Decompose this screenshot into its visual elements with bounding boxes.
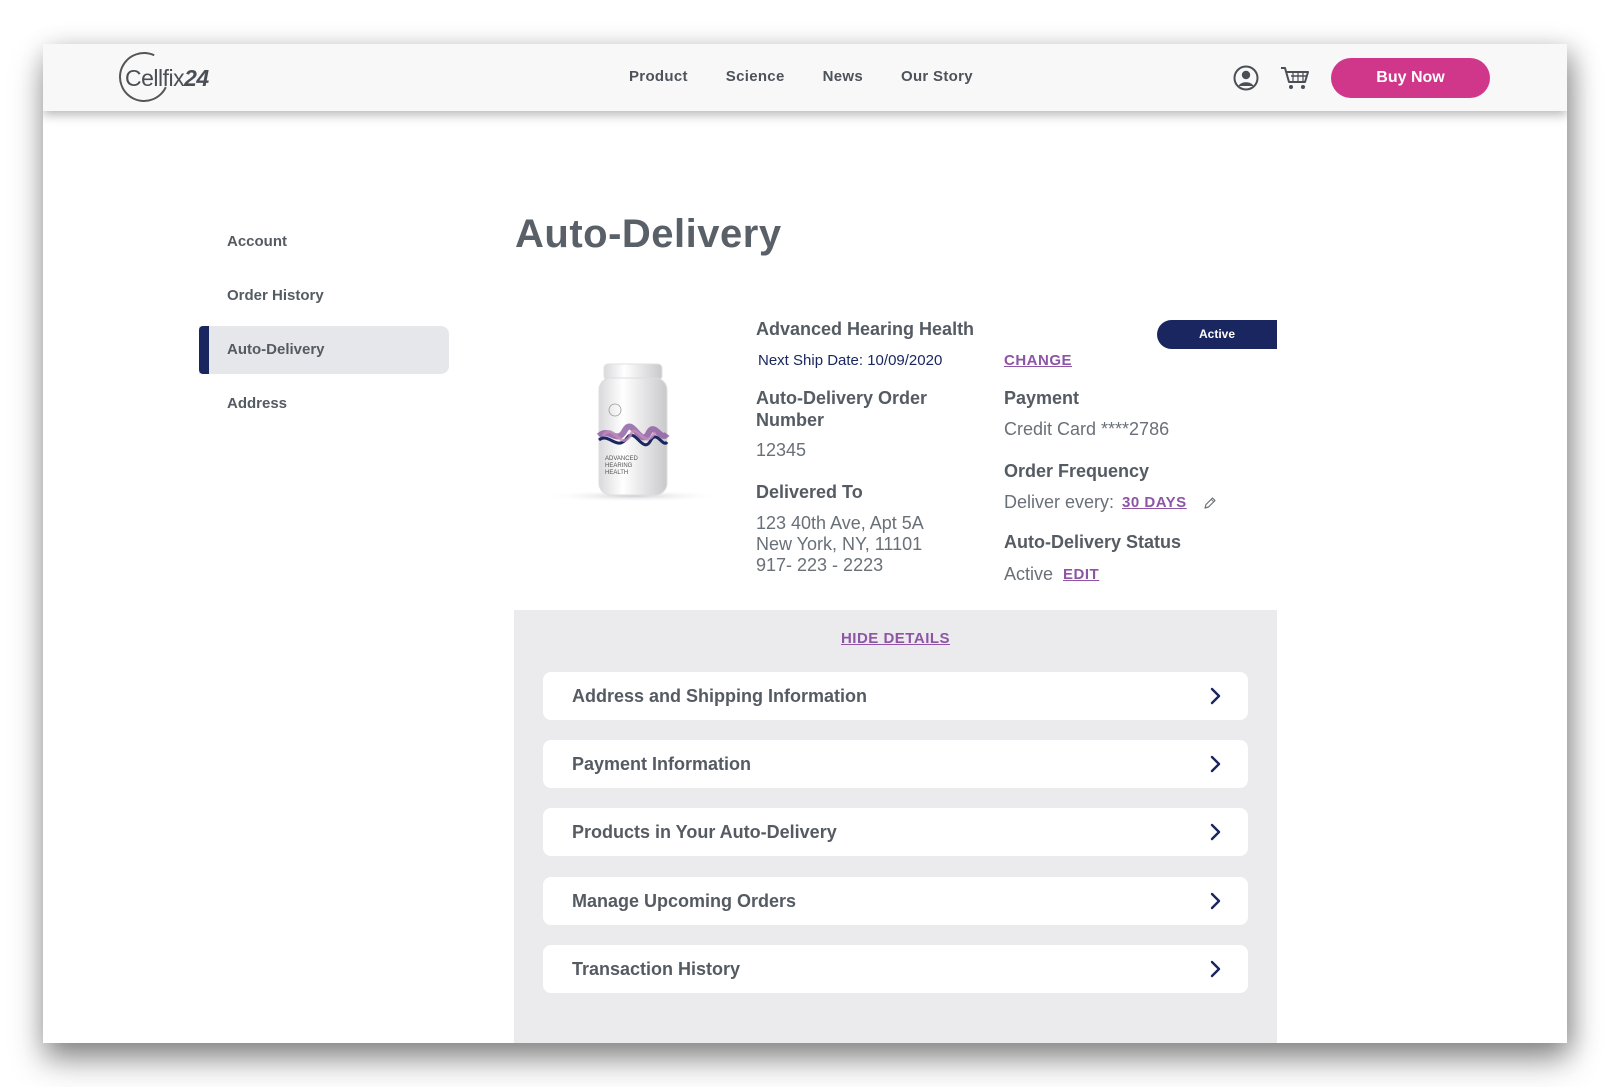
bottle-label-line3: HEALTH [605,470,628,476]
accordion-transaction-history[interactable]: Transaction History [543,945,1248,993]
accordion-address-shipping[interactable]: Address and Shipping Information [543,672,1248,720]
chevron-right-icon [1210,823,1221,841]
cellfix24-logo[interactable]: Cellfix24 [111,44,229,110]
chevron-right-icon [1210,892,1221,910]
auto-delivery-status-label: Auto-Delivery Status [1004,532,1182,552]
payment-value: Credit Card ****2786 [1004,419,1170,439]
accordion-upcoming-orders[interactable]: Manage Upcoming Orders [543,877,1248,925]
order-number-label: Auto-Delivery Order Number [756,388,928,430]
sidebar-item-auto-delivery[interactable]: Auto-Delivery [199,326,449,374]
nav-product[interactable]: Product [629,68,688,85]
product-bottle-image: ADVANCED HEARING HEALTH [543,363,723,502]
frequency-value-link[interactable]: 30 DAYS [1122,492,1187,513]
accordion-label: Products in Your Auto-Delivery [572,822,837,842]
main-nav: Product Science News Our Story [629,68,1011,85]
order-frequency-label: Order Frequency [1004,461,1150,481]
bottle-label-line1: ADVANCED [605,456,639,462]
accordion-payment-information[interactable]: Payment Information [543,740,1248,788]
accordion-label: Payment Information [572,754,752,774]
address-line-1: 123 40th Ave, Apt 5A [756,513,924,533]
delivered-to-label: Delivered To [756,482,863,502]
payment-label: Payment [1004,388,1080,408]
order-frequency-row: Deliver every: 30 DAYS [1004,492,1217,513]
status-badge: Active [1157,320,1277,349]
user-account-icon[interactable] [1233,65,1259,91]
address-line-2: New York, NY, 11101 [756,534,923,554]
buy-now-button[interactable]: Buy Now [1331,58,1490,98]
sidebar-item-order-history[interactable]: Order History [199,272,449,320]
bottle-label-line2: HEARING [605,463,633,469]
auto-delivery-status-row: Active EDIT [1004,564,1099,585]
edit-status-link[interactable]: EDIT [1063,564,1099,585]
accordion-label: Transaction History [572,959,741,979]
chevron-right-icon [1210,960,1221,978]
chevron-right-icon [1210,755,1221,773]
pencil-icon[interactable] [1203,496,1217,510]
logo-text: Cellfix24 [125,65,209,91]
page-title: Auto-Delivery [515,212,782,256]
product-name: Advanced Hearing Health [756,319,975,339]
chevron-right-icon [1210,687,1221,705]
details-panel: HIDE DETAILS Address and Shipping Inform… [514,610,1277,1043]
phone-number: 917- 223 - 2223 [756,555,884,575]
order-number-value: 12345 [756,440,807,460]
sidebar-item-address[interactable]: Address [199,380,449,428]
sidebar-item-account[interactable]: Account [199,218,449,266]
site-header: Cellfix24 Product Science News Our Story… [43,44,1567,111]
accordion-label: Address and Shipping Information [572,686,868,706]
app-window: Cellfix24 Product Science News Our Story… [43,44,1567,1043]
nav-our-story[interactable]: Our Story [901,68,973,85]
nav-science[interactable]: Science [726,68,785,85]
cart-icon[interactable] [1280,65,1310,91]
next-ship-date: Next Ship Date: 10/09/2020 [758,352,943,369]
frequency-prefix: Deliver every: [1004,492,1115,512]
hide-details-link[interactable]: HIDE DETAILS [514,630,1277,647]
account-sidebar: Account Order History Auto-Delivery Addr… [199,218,449,434]
accordion-products[interactable]: Products in Your Auto-Delivery [543,808,1248,856]
nav-news[interactable]: News [823,68,863,85]
status-value: Active [1004,564,1054,584]
change-ship-date-link[interactable]: CHANGE [1004,352,1072,369]
accordion-label: Manage Upcoming Orders [572,891,797,911]
